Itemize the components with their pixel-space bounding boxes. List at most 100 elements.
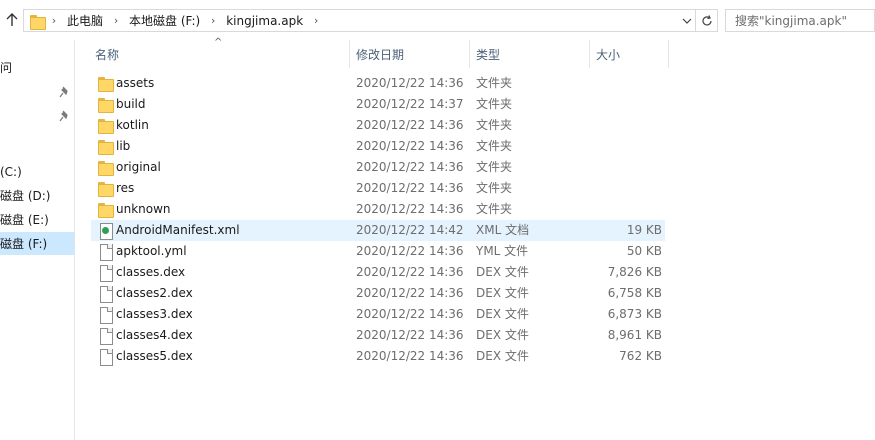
file-name: apktool.yml — [116, 244, 187, 258]
file-icon — [97, 286, 113, 303]
file-type: 文件夹 — [476, 139, 513, 153]
pin-icon[interactable] — [59, 86, 71, 98]
file-name: classes5.dex — [116, 349, 193, 363]
file-type: 文件夹 — [476, 202, 513, 216]
file-size: 50 KB — [626, 244, 662, 258]
address-bar[interactable]: › 此电脑 › 本地磁盘 (F:) › kingjima.apk › — [23, 9, 696, 32]
folder-icon — [97, 97, 114, 113]
breadcrumb-this-pc[interactable]: 此电脑 — [63, 12, 107, 29]
file-date: 2020/12/22 14:36 — [356, 118, 464, 132]
chevron-right-icon[interactable]: › — [307, 14, 325, 27]
file-size: 762 KB — [619, 349, 662, 363]
file-date: 2020/12/22 14:36 — [356, 349, 464, 363]
file-name: classes3.dex — [116, 307, 193, 321]
file-type: 文件夹 — [476, 118, 513, 132]
nav-item-quick-access[interactable]: 问 — [0, 56, 74, 79]
file-row[interactable]: classes.dex 2020/12/22 14:36 DEX 文件 7,826 K… — [91, 262, 665, 283]
file-date: 2020/12/22 14:36 — [356, 265, 464, 279]
file-row[interactable]: lib 2020/12/22 14:36 文件夹 — [91, 136, 665, 157]
column-header-size[interactable]: 大小 — [596, 40, 668, 68]
file-row[interactable]: classes5.dex 2020/12/22 14:36 DEX 文件 762 KB — [91, 346, 665, 367]
file-size: 7,826 KB — [607, 265, 662, 279]
nav-item-label: 问 — [0, 61, 13, 75]
up-arrow-icon[interactable] — [2, 10, 22, 30]
file-row[interactable]: build 2020/12/22 14:37 文件夹 — [91, 94, 665, 115]
file-row[interactable]: apktool.yml 2020/12/22 14:36 YML 文件 50 KB — [91, 241, 665, 262]
file-size: 8,961 KB — [607, 328, 662, 342]
file-name: original — [116, 160, 161, 174]
folder-icon — [97, 76, 114, 92]
column-header-date[interactable]: 修改日期 — [356, 40, 468, 68]
file-size: 6,758 KB — [607, 286, 662, 300]
file-icon — [97, 328, 113, 345]
file-name: unknown — [116, 202, 171, 216]
chevron-right-icon[interactable]: › — [107, 14, 125, 27]
file-name: classes4.dex — [116, 328, 193, 342]
nav-item-label: 磁盘 (F:) — [0, 237, 48, 251]
file-name: res — [116, 181, 135, 195]
column-divider[interactable] — [589, 40, 590, 68]
nav-item-drive-c[interactable]: (C:) — [0, 160, 74, 183]
file-row[interactable]: original 2020/12/22 14:36 文件夹 — [91, 157, 665, 178]
nav-item-drive-e[interactable]: 磁盘 (E:) — [0, 208, 74, 231]
search-input[interactable]: 搜索"kingjima.apk" — [725, 9, 875, 32]
file-date: 2020/12/22 14:36 — [356, 286, 464, 300]
column-divider[interactable] — [349, 40, 350, 68]
file-type: DEX 文件 — [476, 286, 529, 300]
file-type: 文件夹 — [476, 181, 513, 195]
file-icon — [97, 265, 113, 282]
file-size: 19 KB — [626, 223, 662, 237]
file-date: 2020/12/22 14:36 — [356, 76, 464, 90]
refresh-icon[interactable] — [696, 9, 718, 32]
nav-item-label: (C:) — [0, 164, 22, 179]
file-icon — [97, 307, 113, 324]
file-type: DEX 文件 — [476, 349, 529, 363]
file-date: 2020/12/22 14:36 — [356, 328, 464, 342]
pin-icon[interactable] — [59, 110, 71, 122]
file-size: 6,873 KB — [607, 307, 662, 321]
file-date: 2020/12/22 14:37 — [356, 97, 464, 111]
column-header-label: 类型 — [476, 47, 501, 62]
file-row[interactable]: classes2.dex 2020/12/22 14:36 DEX 文件 6,758 … — [91, 283, 665, 304]
file-row[interactable]: res 2020/12/22 14:36 文件夹 — [91, 178, 665, 199]
file-row[interactable]: kotlin 2020/12/22 14:36 文件夹 — [91, 115, 665, 136]
chevron-right-icon[interactable]: › — [204, 14, 222, 27]
file-row[interactable]: assets 2020/12/22 14:36 文件夹 — [91, 73, 665, 94]
chevron-down-icon[interactable] — [679, 10, 695, 31]
breadcrumb-current-folder[interactable]: kingjima.apk — [222, 14, 307, 28]
file-date: 2020/12/22 14:42 — [356, 223, 464, 237]
file-type: DEX 文件 — [476, 328, 529, 342]
breadcrumb-drive-f[interactable]: 本地磁盘 (F:) — [125, 12, 204, 29]
nav-item-drive-f[interactable]: 磁盘 (F:) — [0, 232, 74, 255]
column-header-label: 大小 — [596, 47, 621, 62]
file-name: assets — [116, 76, 155, 90]
folder-icon — [97, 181, 114, 197]
file-name: build — [116, 97, 146, 111]
file-icon — [97, 244, 113, 261]
folder-icon — [97, 139, 114, 155]
file-row[interactable]: unknown 2020/12/22 14:36 文件夹 — [91, 199, 665, 220]
file-date: 2020/12/22 14:36 — [356, 244, 464, 258]
nav-item-label: 磁盘 (E:) — [0, 213, 49, 227]
xml-file-icon — [97, 223, 113, 240]
nav-item-drive-d[interactable]: 磁盘 (D:) — [0, 184, 74, 207]
column-divider[interactable] — [668, 40, 669, 68]
column-header-name[interactable]: 名称 — [95, 40, 349, 68]
chevron-right-icon[interactable]: › — [45, 14, 63, 27]
folder-icon — [97, 118, 114, 134]
column-header-type[interactable]: 类型 — [476, 40, 588, 68]
folder-icon — [97, 160, 114, 176]
file-type: XML 文档 — [476, 223, 530, 237]
file-name: kotlin — [116, 118, 149, 132]
folder-icon — [97, 202, 114, 218]
file-row[interactable]: classes4.dex 2020/12/22 14:36 DEX 文件 8,961 … — [91, 325, 665, 346]
column-divider[interactable] — [469, 40, 470, 68]
file-name: classes.dex — [116, 265, 186, 279]
file-date: 2020/12/22 14:36 — [356, 139, 464, 153]
folder-icon — [29, 14, 46, 30]
file-type: DEX 文件 — [476, 265, 529, 279]
column-header-label: 名称 — [95, 47, 120, 62]
file-row[interactable]: AndroidManifest.xml 2020/12/22 14:42 XML 文… — [91, 220, 665, 241]
file-type: 文件夹 — [476, 97, 513, 111]
file-row[interactable]: classes3.dex 2020/12/22 14:36 DEX 文件 6,873 … — [91, 304, 665, 325]
